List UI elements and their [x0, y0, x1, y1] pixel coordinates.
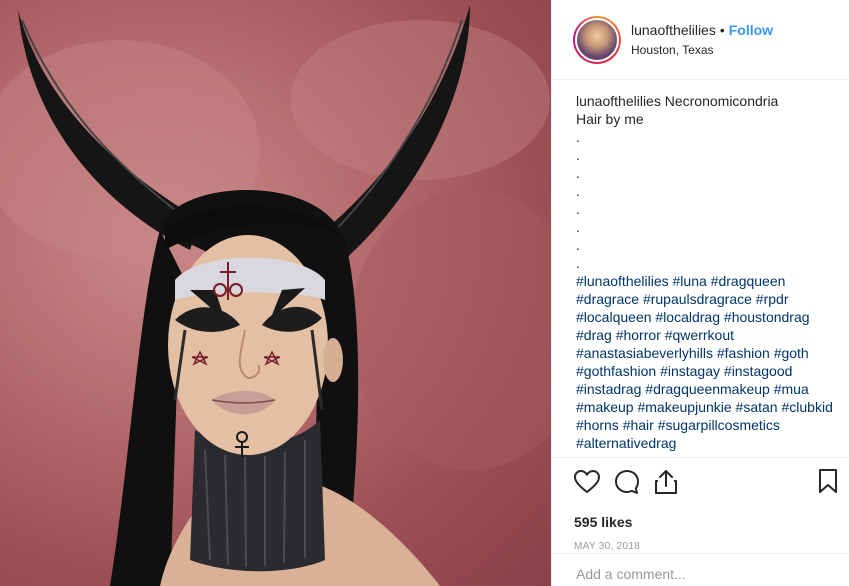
hashtag-line: #localqueen #localdrag #houstondrag	[576, 308, 849, 326]
share-icon[interactable]	[654, 469, 678, 495]
comment-input[interactable]	[576, 566, 816, 582]
hashtag-link[interactable]: #dragqueenmakeup	[645, 381, 770, 397]
comment-icon[interactable]	[614, 469, 640, 495]
hashtag-link[interactable]: #dragqueen	[711, 273, 786, 289]
hashtag-link[interactable]: #instagood	[724, 363, 793, 379]
likes-count[interactable]: 595 likes	[574, 514, 849, 530]
hashtag-link[interactable]: #hair	[623, 417, 654, 433]
hashtag-link[interactable]: #satan	[736, 399, 778, 415]
hashtag-link[interactable]: #luna	[673, 273, 707, 289]
post-photo-illustration	[0, 5, 551, 586]
hashtag-link[interactable]: #rupaulsdragrace	[643, 291, 752, 307]
post-date[interactable]: MAY 30, 2018	[574, 541, 849, 552]
hashtag-link[interactable]: #makeupjunkie	[637, 399, 731, 415]
hashtag-line: #anastasiabeverlyhills #fashion #goth	[576, 344, 849, 362]
comment-box	[552, 553, 849, 586]
bookmark-icon[interactable]	[818, 468, 838, 499]
header-username[interactable]: lunaofthelilies	[631, 22, 716, 38]
follow-button[interactable]: Follow	[729, 22, 773, 38]
hashtag-link[interactable]: #qwerrkout	[665, 327, 734, 343]
hashtag-link[interactable]: #clubkid	[781, 399, 832, 415]
caption-dot: .	[576, 219, 580, 235]
hashtag-link[interactable]: #anastasiabeverlyhills	[576, 345, 713, 361]
header-separator: •	[719, 22, 725, 38]
caption-credit: Hair by me	[576, 111, 644, 127]
hashtag-link[interactable]: #houstondrag	[724, 309, 810, 325]
caption-dot: .	[576, 201, 580, 217]
hashtag-line: #horns #hair #sugarpillcosmetics	[576, 416, 849, 434]
hashtag-link[interactable]: #fashion	[717, 345, 770, 361]
post-side-panel: lunaofthelilies • Follow Houston, Texas …	[551, 0, 849, 586]
location-link[interactable]: Houston, Texas	[631, 43, 773, 57]
hashtag-line: #makeup #makeupjunkie #satan #clubkid	[576, 398, 849, 416]
caption-title: Necronomicondria	[664, 93, 779, 109]
caption-username[interactable]: lunaofthelilies	[576, 93, 661, 109]
hashtag-line: #instadrag #dragqueenmakeup #mua	[576, 380, 849, 398]
hashtag-link[interactable]: #horns	[576, 417, 619, 433]
caption-dot: .	[576, 129, 580, 145]
hashtag-link[interactable]: #mua	[774, 381, 809, 397]
instagram-post: lunaofthelilies • Follow Houston, Texas …	[0, 0, 849, 586]
hashtag-line: #drag #horror #qwerrkout	[576, 326, 849, 344]
hashtag-link[interactable]: #makeup	[576, 399, 634, 415]
hashtag-link[interactable]: #instadrag	[576, 381, 641, 397]
avatar-image	[575, 17, 619, 62]
caption-title-line: lunaofthelilies Necronomicondria	[576, 92, 849, 110]
hashtag-link[interactable]: #drag	[576, 327, 612, 343]
caption: lunaofthelilies Necronomicondria Hair by…	[552, 80, 849, 460]
hashtag-link[interactable]: #lunaofthelilies	[576, 273, 669, 289]
caption-dot: .	[576, 147, 580, 163]
header-text: lunaofthelilies • Follow Houston, Texas	[631, 22, 773, 57]
hashtag-link[interactable]: #alternativedrag	[576, 435, 676, 451]
hashtag-link[interactable]: #horror	[616, 327, 661, 343]
hashtag-line: #lunaofthelilies #luna #dragqueen	[576, 272, 849, 290]
post-photo[interactable]	[0, 0, 551, 586]
hashtag-link[interactable]: #localqueen	[576, 309, 652, 325]
caption-dot: .	[576, 237, 580, 253]
hashtag-line: #alternativedrag	[576, 434, 849, 452]
caption-dot: .	[576, 183, 580, 199]
hashtag-link[interactable]: #instagay	[660, 363, 720, 379]
caption-dot: .	[576, 165, 580, 181]
hashtag-link[interactable]: #sugarpillcosmetics	[658, 417, 780, 433]
header-line: lunaofthelilies • Follow	[631, 22, 773, 38]
post-header: lunaofthelilies • Follow Houston, Texas	[552, 0, 849, 80]
hashtag-link[interactable]: #rpdr	[756, 291, 789, 307]
heart-icon[interactable]	[574, 470, 600, 494]
hashtag-link[interactable]: #gothfashion	[576, 363, 656, 379]
caption-dot: .	[576, 255, 580, 271]
hashtag-link[interactable]: #localdrag	[655, 309, 720, 325]
hashtag-link[interactable]: #goth	[774, 345, 809, 361]
post-actions: 595 likes MAY 30, 2018	[552, 457, 849, 585]
action-icons	[574, 468, 849, 496]
hashtag-line: #gothfashion #instagay #instagood	[576, 362, 849, 380]
avatar[interactable]	[573, 15, 621, 64]
hashtag-link[interactable]: #dragrace	[576, 291, 639, 307]
hashtag-line: #dragrace #rupaulsdragrace #rpdr	[576, 290, 849, 308]
